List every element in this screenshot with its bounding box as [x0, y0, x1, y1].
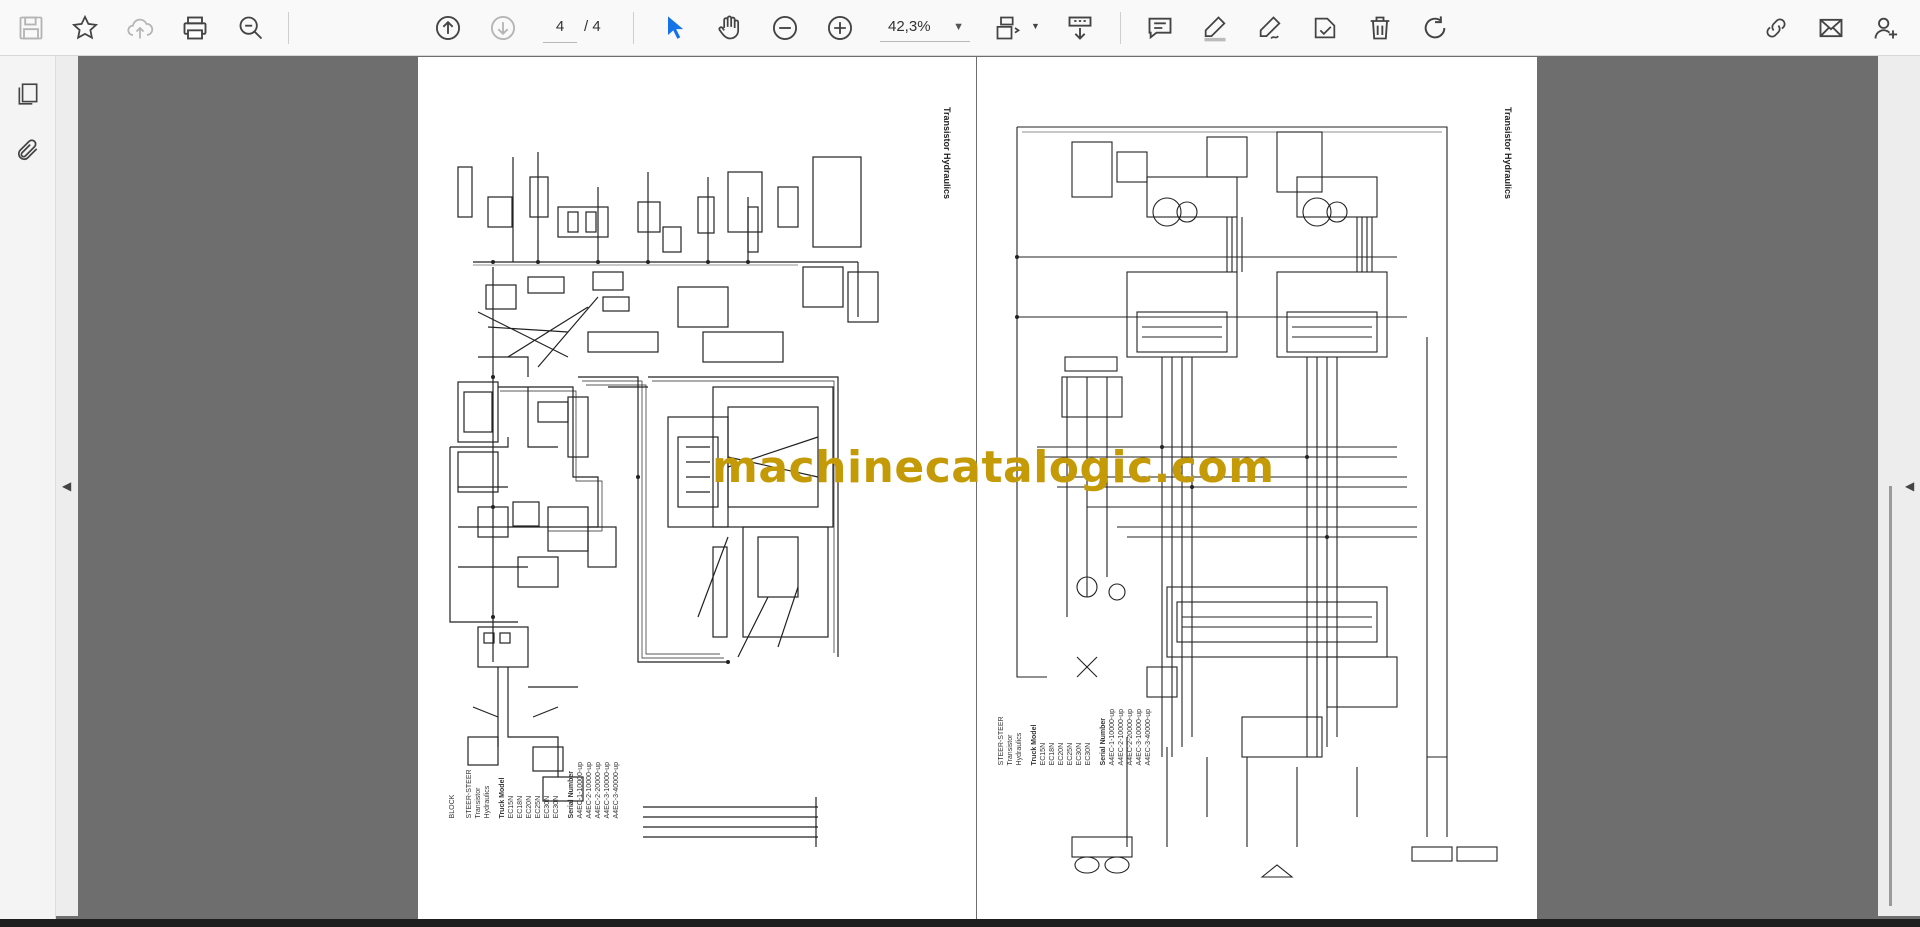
zoom-search-icon[interactable] — [231, 8, 271, 48]
watermark-text: machinecatalogic.com — [712, 442, 1275, 493]
page-up-icon[interactable] — [428, 8, 468, 48]
fit-dropdown-chevron-icon[interactable]: ▼ — [1031, 21, 1040, 31]
hand-icon[interactable] — [710, 8, 750, 48]
right-legend-col2: Truck Model EC15N EC18N EC20N EC25N EC30… — [1031, 724, 1092, 766]
bottom-edge — [0, 919, 1920, 927]
right-panel-toggle-strip[interactable]: ◀ — [1878, 56, 1920, 916]
attachment-icon[interactable] — [12, 134, 44, 166]
pages-icon[interactable] — [12, 78, 44, 110]
left-legend-col1: STEER-STEER Transistor Hydraulics — [466, 769, 491, 819]
zoom-level-select[interactable]: 42,3% ▼ — [880, 12, 970, 42]
stamp-icon[interactable] — [1305, 8, 1345, 48]
right-legend-col1: STEER-STEER Transistor Hydraulics — [998, 716, 1023, 766]
left-panel-toggle-strip[interactable]: ◀ — [56, 56, 78, 916]
right-page-title: Transistor Hydraulics — [1503, 107, 1513, 200]
left-legend: BLOCK STEER-STEER Transistor Hydraulics … — [448, 762, 621, 818]
zoom-out-icon[interactable] — [765, 8, 805, 48]
save-icon[interactable] — [11, 8, 51, 48]
upload-cloud-icon[interactable] — [120, 8, 160, 48]
draw-icon[interactable] — [1250, 8, 1290, 48]
page-down-icon[interactable] — [483, 8, 523, 48]
left-page-title: Transistor Hydraulics — [942, 107, 952, 200]
bookmark-star-icon[interactable] — [65, 8, 105, 48]
zoom-in-icon[interactable] — [820, 8, 860, 48]
delete-icon[interactable] — [1360, 8, 1400, 48]
right-legend: STEER-STEER Transistor Hydraulics Truck … — [997, 709, 1153, 765]
fit-page-icon[interactable] — [988, 8, 1028, 48]
add-user-icon[interactable] — [1866, 8, 1906, 48]
scroll-mode-icon[interactable] — [1060, 8, 1100, 48]
left-legend-col2: Truck Model EC15N EC18N EC20N EC25N EC30… — [499, 777, 560, 819]
select-cursor-icon[interactable] — [655, 8, 695, 48]
left-legend-block: BLOCK — [449, 794, 456, 819]
page-total: / 4 — [584, 18, 601, 35]
highlight-pen-icon[interactable] — [1195, 8, 1235, 48]
chevron-down-icon: ▼ — [953, 21, 964, 33]
page-number-input[interactable]: 4 — [543, 12, 577, 43]
vertical-scrollbar[interactable] — [1889, 486, 1892, 906]
left-legend-col3: Serial Number A4EC-1-10000-up A4EC-2-100… — [568, 762, 620, 819]
left-nav-panel — [0, 56, 56, 927]
right-legend-col3: Serial Number A4EC-1-10000-up A4EC-2-100… — [1100, 709, 1152, 766]
collapse-right-icon[interactable]: ◀ — [1905, 479, 1914, 493]
collapse-left-icon[interactable]: ◀ — [62, 479, 71, 493]
rotate-icon[interactable] — [1415, 8, 1455, 48]
print-icon[interactable] — [175, 8, 215, 48]
toolbar: 4 / 4 42,3% ▼ ▼ — [0, 0, 1920, 56]
comment-icon[interactable] — [1140, 8, 1180, 48]
zoom-level-value: 42,3% — [888, 18, 931, 35]
share-link-icon[interactable] — [1756, 8, 1796, 48]
email-icon[interactable] — [1811, 8, 1851, 48]
